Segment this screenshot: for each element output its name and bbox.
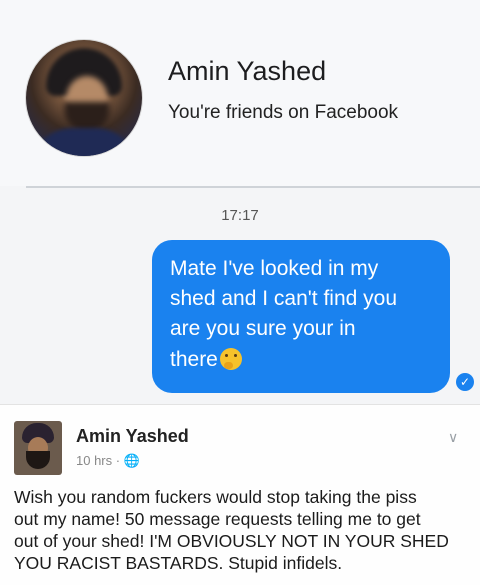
post-text-line: Wish you random fuckers would stop takin… (14, 487, 417, 507)
chevron-down-icon[interactable]: ∨ (448, 429, 458, 446)
avatar-shirt (32, 128, 136, 156)
post-text-line: YOU RACIST BASTARDS. Stupid infidels. (14, 553, 343, 573)
post-author[interactable]: Amin Yashed (76, 426, 189, 447)
thinking-face-emoji-icon (219, 348, 242, 370)
profile-name[interactable]: Amin Yashed (168, 56, 326, 87)
divider (26, 186, 480, 188)
globe-icon: 🌐 (123, 453, 140, 468)
check-icon: ✓ (456, 373, 474, 391)
messenger-header: Amin Yashed You're friends on Facebook (0, 0, 480, 186)
message-line: are you sure your in (170, 317, 356, 340)
message-line: there (170, 348, 218, 371)
avatar[interactable] (26, 40, 142, 156)
post-text-line: out of your shed! I'M OBVIOUSLY NOT IN Y… (14, 531, 449, 551)
message-timestamp: 17:17 (221, 207, 259, 224)
post-text-line: out my name! 50 message requests telling… (14, 509, 421, 529)
message-line: shed and I can't find you (170, 287, 398, 310)
post-time[interactable]: 10 hrs · (76, 453, 124, 468)
avatar-beard (26, 451, 50, 469)
message-bubble[interactable]: Mate I've looked in my shed and I can't … (152, 240, 450, 393)
message-line: Mate I've looked in my (170, 257, 379, 280)
friend-status: You're friends on Facebook (168, 102, 399, 123)
post-text: Wish you random fuckers would stop takin… (14, 486, 474, 574)
facebook-post: Amin Yashed 10 hrs · 🌐 ∨ Wish you random… (0, 404, 480, 585)
post-meta: 10 hrs · 🌐 (76, 453, 140, 469)
post-avatar[interactable] (14, 421, 62, 475)
message-line-last: there (170, 344, 432, 375)
